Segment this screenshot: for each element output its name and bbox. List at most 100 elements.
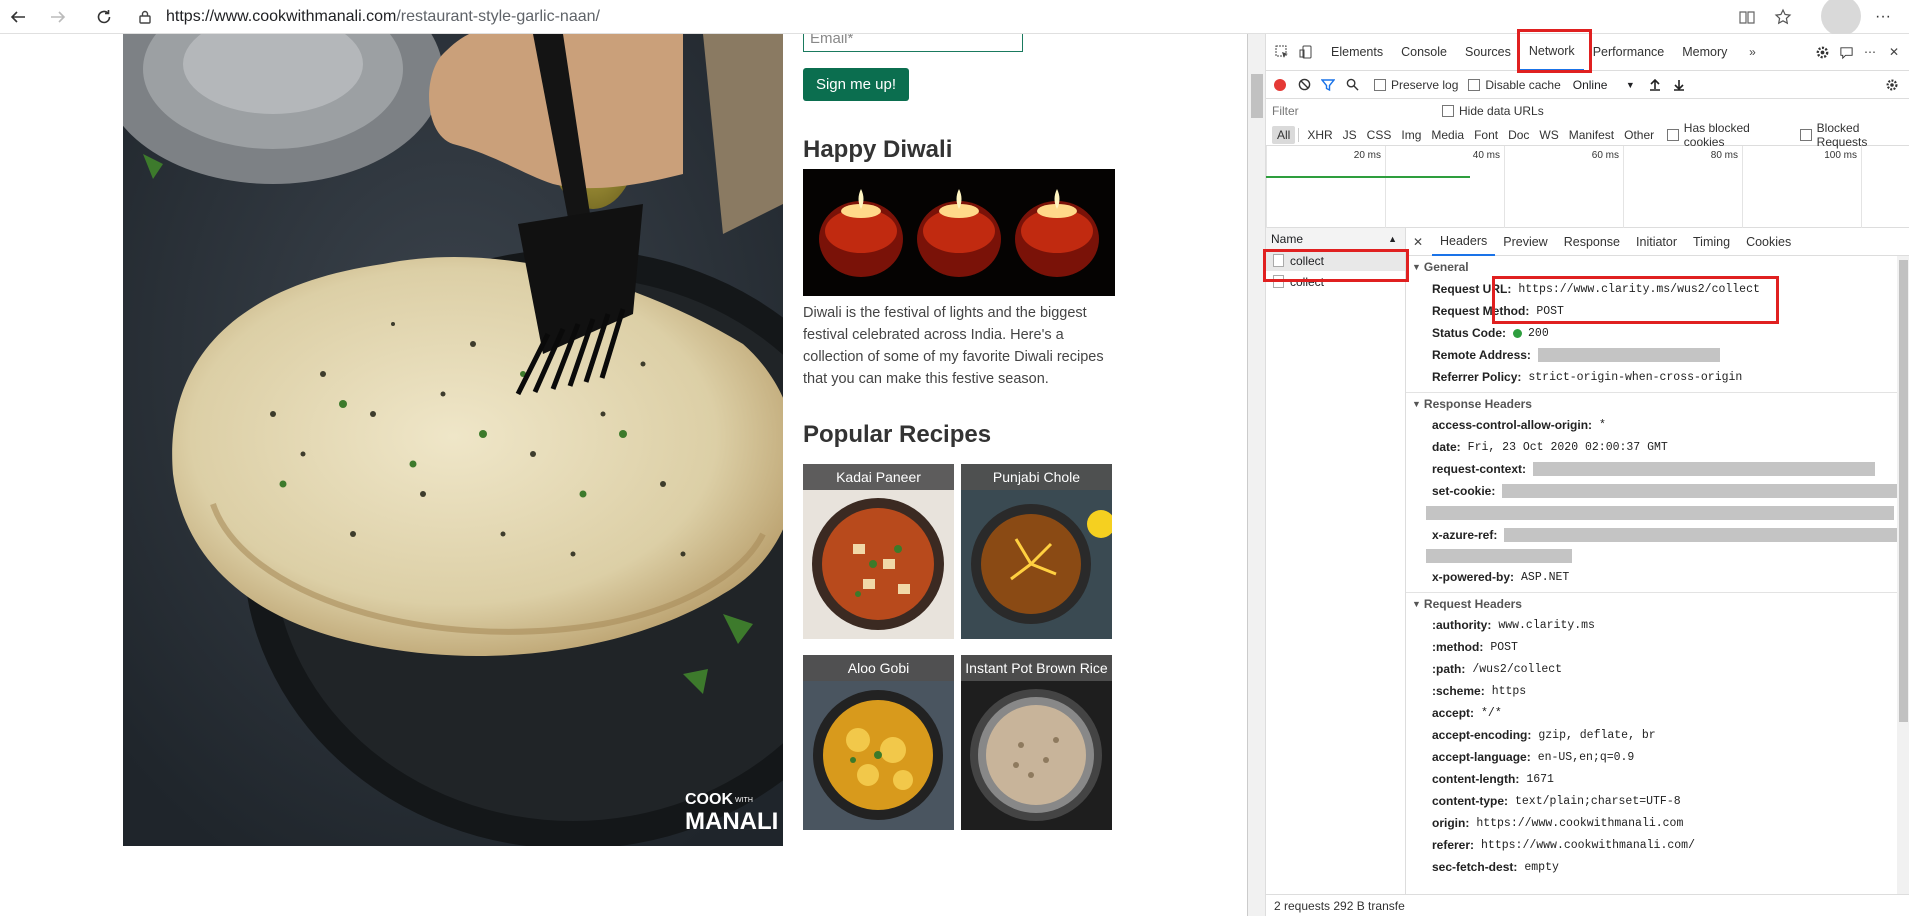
network-settings-gear-icon[interactable] [1880,73,1904,97]
header-value: ASP.NET [1521,570,1570,584]
filter-type-css[interactable]: CSS [1362,126,1397,144]
network-timeline-overview[interactable]: 20 ms 40 ms 60 ms 80 ms 100 ms [1266,146,1909,228]
filter-type-all[interactable]: All [1272,125,1296,144]
tab-sources[interactable]: Sources [1456,34,1520,71]
request-details-pane: ✕ Headers Preview Response Initiator Tim… [1406,228,1909,894]
favorite-star-icon[interactable] [1771,5,1795,29]
more-tabs-icon[interactable]: » [1740,40,1764,64]
detail-tab-headers[interactable]: Headers [1432,228,1496,256]
header-row: Remote Address: [1406,344,1897,366]
filter-icon[interactable] [1316,73,1340,97]
blocked-requests-checkbox[interactable]: Blocked Requests [1800,121,1909,149]
redacted-value [1426,506,1894,520]
disable-cache-checkbox[interactable]: Disable cache [1468,78,1561,92]
header-row: :scheme: https [1406,680,1897,702]
profile-avatar[interactable] [1821,0,1861,36]
email-field[interactable]: Email* [803,34,1023,52]
preserve-log-checkbox[interactable]: Preserve log [1374,78,1458,92]
request-row[interactable]: collect [1266,250,1405,271]
filter-type-media[interactable]: Media [1426,126,1469,144]
filter-type-other[interactable]: Other [1619,126,1659,144]
request-headers-title: Request Headers [1423,596,1522,611]
settings-gear-icon[interactable] [1810,40,1834,64]
redacted-value [1533,462,1876,476]
url-domain: https://www.cookwithmanali.com [166,8,397,25]
has-blocked-cookies-checkbox[interactable]: Has blocked cookies [1667,121,1790,149]
search-icon[interactable] [1340,73,1364,97]
response-headers-section-header[interactable]: ▼ Response Headers [1406,392,1897,414]
recipe-card-kadai-paneer[interactable]: Kadai Paneer [803,464,954,639]
tab-network[interactable]: Network [1519,34,1584,71]
header-row: :path: /wus2/collect [1406,658,1897,680]
header-value: https://www.cookwithmanali.com [1476,816,1684,830]
diwali-candles-image[interactable] [803,169,1115,296]
expand-triangle-icon: ▼ [1412,262,1421,272]
filter-type-doc[interactable]: Doc [1503,126,1534,144]
request-row[interactable]: collect [1266,271,1405,292]
header-value: 1671 [1526,772,1554,786]
header-key: Referrer Policy: [1432,370,1522,384]
general-section-header[interactable]: ▼ General [1406,256,1897,278]
expand-triangle-icon: ▼ [1412,398,1421,409]
recipe-card-punjabi-chole[interactable]: Punjabi Chole [961,464,1112,639]
filter-type-font[interactable]: Font [1469,126,1503,144]
filter-type-img[interactable]: Img [1396,126,1426,144]
header-key: date: [1432,440,1461,454]
header-row: Status Code: 200 [1406,322,1897,344]
throttle-select[interactable]: Online ▼ [1573,78,1635,92]
header-value: 200 [1528,326,1549,340]
hide-data-urls-checkbox[interactable]: Hide data URLs [1442,104,1544,118]
filter-type-js[interactable]: JS [1338,126,1362,144]
record-icon[interactable] [1268,73,1292,97]
header-key: Request URL: [1432,282,1512,296]
close-details-icon[interactable]: ✕ [1408,230,1428,254]
tab-console[interactable]: Console [1392,34,1456,71]
refresh-icon[interactable] [92,5,116,29]
detail-tab-cookies[interactable]: Cookies [1738,228,1799,256]
more-menu-icon[interactable]: ··· [1871,5,1895,29]
header-row: accept-language: en-US,en;q=0.9 [1406,746,1897,768]
export-har-icon[interactable] [1667,73,1691,97]
expand-triangle-icon: ▼ [1412,598,1421,609]
detail-tab-response[interactable]: Response [1556,228,1628,256]
tab-elements[interactable]: Elements [1322,34,1392,71]
details-scrollbar[interactable] [1897,256,1909,894]
inspect-element-icon[interactable] [1270,40,1294,64]
header-key: Request Method: [1432,304,1530,318]
recipe-card-aloo-gobi[interactable]: Aloo Gobi [803,655,954,830]
close-devtools-icon[interactable]: ✕ [1882,40,1906,64]
clear-icon[interactable] [1292,73,1316,97]
detail-tab-initiator[interactable]: Initiator [1628,228,1685,256]
detail-tab-preview[interactable]: Preview [1495,228,1555,256]
name-column-header[interactable]: Name ▲ [1266,228,1405,250]
request-headers-section-header[interactable]: ▼ Request Headers [1406,592,1897,614]
forward-icon[interactable] [46,5,70,29]
network-toolbar: Preserve log Disable cache Online ▼ [1266,71,1909,99]
filter-type-manifest[interactable]: Manifest [1564,126,1619,144]
recipe-card-label: Instant Pot Brown Rice [961,655,1112,681]
feedback-icon[interactable] [1834,40,1858,64]
browser-toolbar: https://www.cookwithmanali.com/restauran… [0,0,1909,36]
request-name: collect [1290,253,1325,268]
recipe-card-instant-pot-brown-rice[interactable]: Instant Pot Brown Rice [961,655,1112,830]
response-headers-title: Response Headers [1423,396,1532,411]
filter-input[interactable] [1272,101,1442,121]
detail-tab-timing[interactable]: Timing [1685,228,1738,256]
back-icon[interactable] [6,5,30,29]
header-value: POST [1490,640,1518,654]
import-har-icon[interactable] [1643,73,1667,97]
device-toggle-icon[interactable] [1294,40,1318,64]
address-bar[interactable]: https://www.cookwithmanali.com/restauran… [138,4,1778,30]
devtools-menu-icon[interactable]: ⋯ [1858,40,1882,64]
signup-button[interactable]: Sign me up! [803,68,909,101]
tab-performance[interactable]: Performance [1584,34,1674,71]
page-scrollbar[interactable] [1248,34,1266,916]
filter-type-ws[interactable]: WS [1534,126,1563,144]
tab-memory[interactable]: Memory [1673,34,1736,71]
request-list: Name ▲ collect collect [1266,228,1406,916]
header-row: :method: POST [1406,636,1897,658]
header-value: https://www.clarity.ms/wus2/collect [1518,282,1760,296]
filter-type-xhr[interactable]: XHR [1302,126,1337,144]
timeline-request-bar [1266,176,1470,178]
reading-view-icon[interactable] [1735,5,1759,29]
